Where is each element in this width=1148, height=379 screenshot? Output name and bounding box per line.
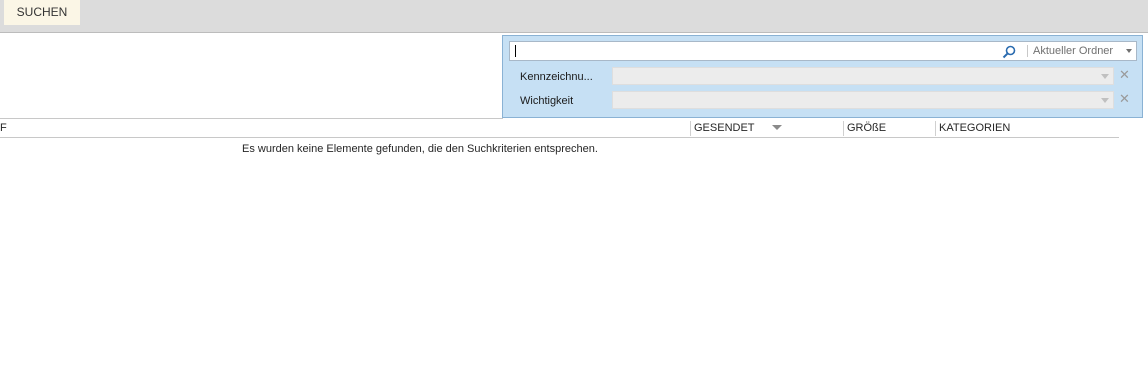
remove-criterion-importance-icon[interactable]: ✕ [1119,92,1130,106]
tab-suchen[interactable]: SUCHEN [4,0,80,25]
sort-descending-icon [772,125,782,130]
ribbon-bar: SUCHEN [0,0,1148,33]
criterion-flag-dropdown[interactable] [612,67,1114,85]
text-caret [515,45,516,57]
column-header-categories[interactable]: KATEGORIEN [939,120,1109,137]
column-header-row: F GESENDET GRÖßE KATEGORIEN [0,120,1119,138]
search-scope-dropdown[interactable]: Aktueller Ordner [1033,44,1113,58]
column-divider[interactable] [690,121,691,136]
criterion-importance-dropdown[interactable] [612,91,1114,109]
search-icon[interactable] [1001,44,1017,60]
empty-list-message: Es wurden keine Elemente gefunden, die d… [242,143,598,155]
search-input[interactable]: Aktueller Ordner [509,41,1137,61]
column-header-size[interactable]: GRÖßE [847,120,935,137]
chevron-down-icon[interactable] [1101,74,1109,79]
chevron-down-icon[interactable] [1126,49,1132,53]
criterion-label-flag: Kennzeichnu... [520,71,593,83]
remove-criterion-flag-icon[interactable]: ✕ [1119,68,1130,82]
column-divider[interactable] [843,121,844,136]
column-header-sent[interactable]: GESENDET [694,120,842,137]
chevron-down-icon[interactable] [1101,98,1109,103]
search-panel: Aktueller Ordner Kennzeichnu... ✕ Wichti… [502,35,1143,118]
scope-divider [1027,45,1028,57]
column-divider[interactable] [935,121,936,136]
criterion-label-importance: Wichtigkeit [520,95,574,107]
list-top-rule [0,118,503,119]
column-header-partial[interactable]: F [0,120,20,137]
